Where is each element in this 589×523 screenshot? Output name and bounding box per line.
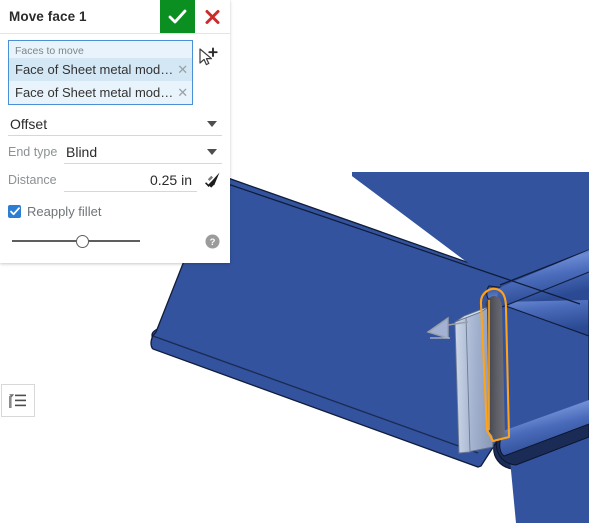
distance-row: Distance 0.25 in [8, 167, 222, 193]
remove-selection-icon[interactable]: ✕ [177, 63, 188, 76]
slider-handle[interactable] [76, 235, 89, 248]
distance-value: 0.25 in [64, 172, 197, 188]
cancel-button[interactable] [195, 0, 230, 33]
dialog-title: Move face 1 [0, 0, 160, 33]
move-type-value: Offset [8, 116, 207, 132]
help-icon[interactable]: ? [205, 234, 220, 249]
opacity-slider[interactable] [12, 234, 140, 248]
opacity-slider-row: ? [8, 227, 222, 255]
dialog-header: Move face 1 [0, 0, 230, 34]
end-type-value: Blind [64, 144, 207, 160]
distance-input[interactable]: 0.25 in [64, 168, 197, 192]
accept-button[interactable] [160, 0, 195, 33]
check-icon [168, 9, 187, 25]
list-item[interactable]: Face of Sheet metal mod… ✕ [9, 81, 192, 104]
remove-selection-icon[interactable]: ✕ [177, 86, 188, 99]
reapply-fillet-checkbox[interactable] [8, 205, 21, 218]
reapply-fillet-row: Reapply fillet [8, 199, 222, 223]
flip-direction-icon[interactable] [202, 170, 222, 190]
faces-to-move-selection-box[interactable]: Faces to move Face of Sheet metal mod… ✕… [8, 40, 193, 105]
distance-label: Distance [8, 173, 64, 187]
selection-item-label: Face of Sheet metal mod… [15, 85, 173, 100]
close-icon [204, 9, 221, 25]
end-type-row: End type Blind [8, 139, 222, 165]
cursor-plus-icon[interactable] [196, 47, 222, 73]
reapply-fillet-label[interactable]: Reapply fillet [27, 204, 101, 219]
selection-caption: Faces to move [9, 41, 192, 58]
move-face-dialog[interactable]: Move face 1 Faces to move Face of Sheet … [0, 0, 230, 263]
selection-area: Faces to move Face of Sheet metal mod… ✕… [8, 40, 222, 105]
checkmark-icon [10, 207, 20, 216]
move-type-row: Offset [8, 111, 222, 137]
move-type-dropdown[interactable]: Offset [8, 112, 222, 136]
svg-text:?: ? [210, 237, 216, 248]
end-type-label: End type [8, 145, 64, 159]
selection-item-label: Face of Sheet metal mod… [15, 62, 173, 77]
feature-list-button[interactable] [1, 384, 35, 417]
chevron-down-icon [207, 149, 217, 155]
list-item[interactable]: Face of Sheet metal mod… ✕ [9, 58, 192, 81]
feature-list-icon [8, 392, 28, 410]
dialog-body: Faces to move Face of Sheet metal mod… ✕… [0, 34, 230, 263]
end-type-dropdown[interactable]: Blind [64, 140, 222, 164]
chevron-down-icon [207, 121, 217, 127]
